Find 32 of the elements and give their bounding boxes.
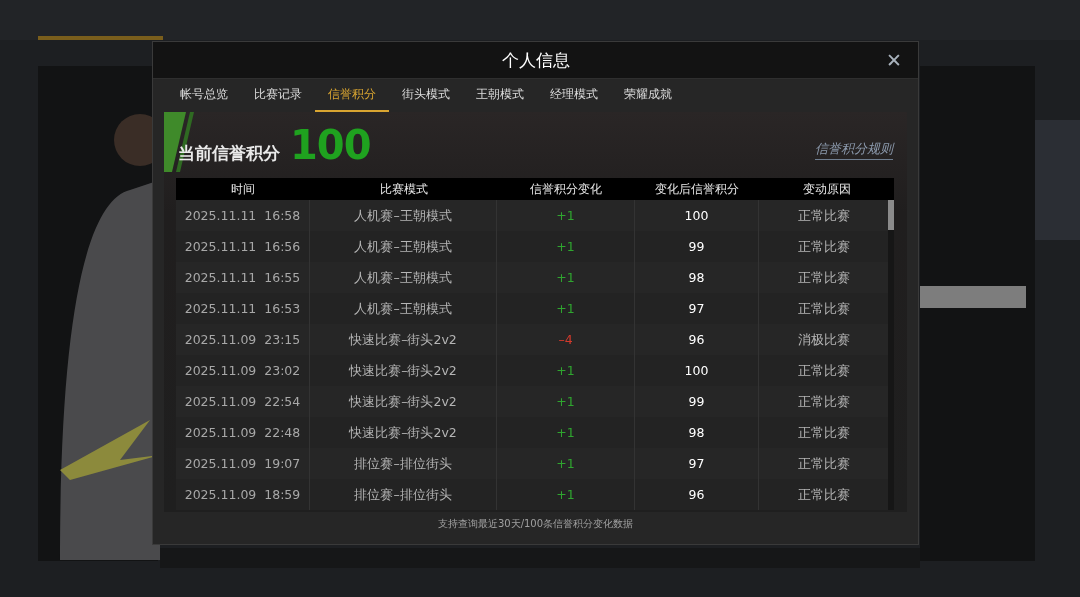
table-cell-text: 正常比赛 <box>796 207 851 225</box>
table-cell: 排位赛–排位街头 <box>310 479 497 510</box>
dialog-title: 个人信息 <box>501 48 570 72</box>
table-cell-text: 正常比赛 <box>796 269 851 287</box>
table-cell-text: 正常比赛 <box>796 486 851 504</box>
column-header: 时间 <box>230 181 256 197</box>
column-header: 比赛模式 <box>378 181 429 197</box>
table-cell-text: 正常比赛 <box>796 300 851 318</box>
footer-note: 支持查询最近30天/100条信誉积分变化数据 <box>436 517 635 531</box>
rules-link[interactable]: 信誉积分规则 <box>815 140 893 160</box>
table-cell-text: 正常比赛 <box>796 455 851 473</box>
table-cell-text: 正常比赛 <box>796 362 851 380</box>
table-cell: 2025.11.09 18:59 <box>176 479 310 510</box>
column-header: 变化后信誉积分 <box>654 181 740 197</box>
tab[interactable]: 荣耀成就 <box>611 79 685 112</box>
credit-score: 100 <box>290 122 371 168</box>
credit-label: 当前信誉积分 <box>178 141 280 165</box>
column-header: 变动原因 <box>801 181 852 197</box>
table-cell: +1 <box>497 479 635 510</box>
table-cell-text: 消极比赛 <box>796 331 851 349</box>
tab[interactable]: 经理模式 <box>537 79 611 112</box>
scrollbar[interactable] <box>888 200 894 510</box>
tab[interactable]: 王朝模式 <box>463 79 537 112</box>
tab[interactable]: 比赛记录 <box>241 79 315 112</box>
column-header: 信誉积分变化 <box>529 181 603 197</box>
table-cell: 96 <box>635 479 759 510</box>
table-cell-text: 正常比赛 <box>796 424 851 442</box>
table-cell-text: 正常比赛 <box>796 238 851 256</box>
table-cell-text: 正常比赛 <box>796 393 851 411</box>
scroll-thumb[interactable] <box>888 200 894 230</box>
tab[interactable]: 街头模式 <box>389 79 463 112</box>
tab[interactable]: 帐号总览 <box>167 79 241 112</box>
